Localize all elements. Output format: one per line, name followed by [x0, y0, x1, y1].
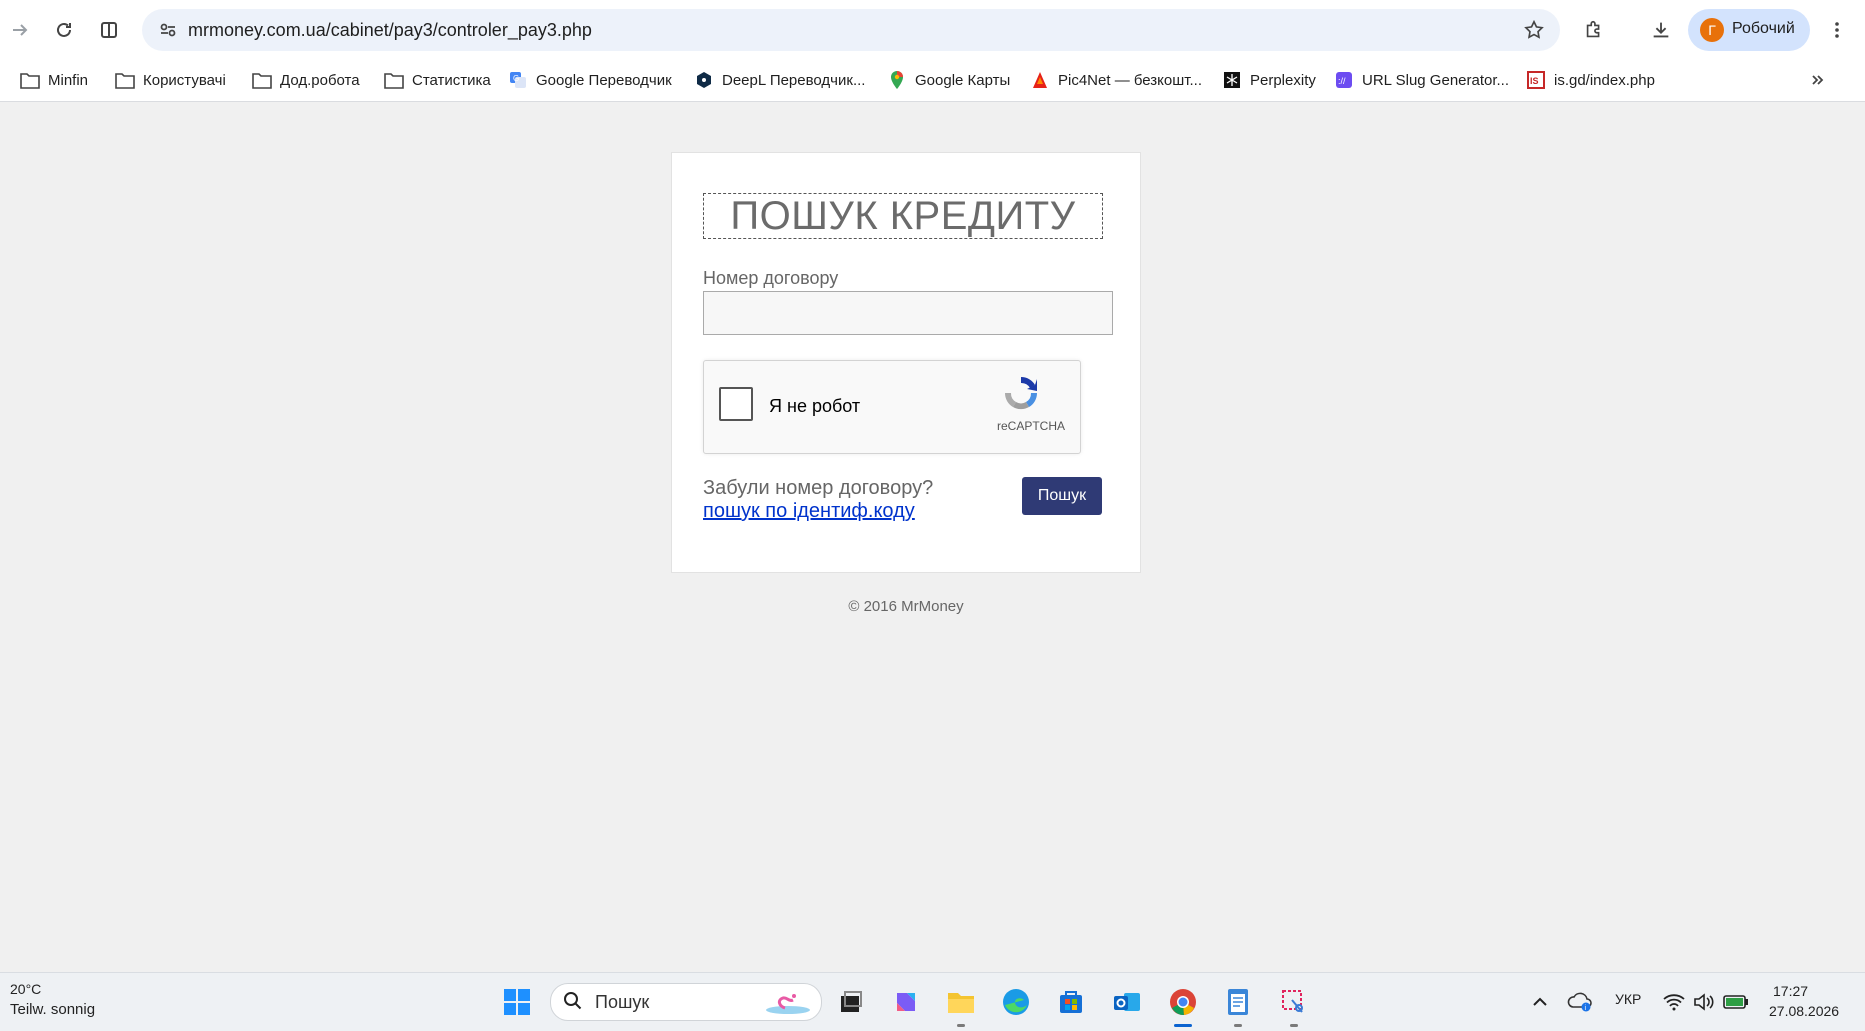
- site-settings-icon[interactable]: [150, 12, 186, 48]
- search-button[interactable]: Пошук: [1022, 477, 1102, 515]
- svg-text:IS: IS: [1530, 76, 1539, 86]
- bookmark-label: DeepL Переводчик...: [722, 71, 866, 89]
- bookmark-label: Pic4Net — безкошт...: [1058, 71, 1202, 89]
- bookmark-label: URL Slug Generator...: [1362, 71, 1510, 89]
- running-indicator: [1234, 1024, 1242, 1027]
- volume-icon[interactable]: [1687, 985, 1721, 1019]
- m365-copilot-icon[interactable]: [889, 985, 923, 1019]
- profile-button[interactable]: Г Робочий: [1688, 9, 1810, 51]
- recaptcha-label: Я не робот: [769, 396, 861, 416]
- bookmark-minfin[interactable]: Minfin: [20, 66, 88, 94]
- perplexity-icon: [1222, 70, 1242, 90]
- bookmark-label: Perplexity: [1250, 71, 1316, 89]
- forward-icon[interactable]: [2, 12, 38, 48]
- bookmarks-bar: Minfin Користувачі Дод.робота Статистика…: [0, 60, 1865, 102]
- folder-icon: [252, 70, 272, 90]
- wifi-icon[interactable]: [1657, 985, 1691, 1019]
- svg-text:://: ://: [1338, 76, 1346, 86]
- downloads-icon[interactable]: [1643, 12, 1679, 48]
- chevron-up-icon[interactable]: [1523, 985, 1557, 1019]
- bookmark-users[interactable]: Користувачі: [115, 66, 226, 94]
- notepad-icon[interactable]: [1221, 985, 1255, 1027]
- taskbar-search-placeholder: Пошук: [595, 992, 650, 1012]
- bookmark-isgd[interactable]: IS is.gd/index.php: [1526, 66, 1655, 94]
- recaptcha-checkbox[interactable]: [719, 387, 753, 421]
- menu-kebab-icon[interactable]: [1819, 12, 1855, 48]
- running-indicator: [1290, 1024, 1298, 1027]
- footer-copyright: © 2016 MrMoney: [848, 598, 964, 615]
- extensions-icon[interactable]: [1576, 12, 1612, 48]
- flamingo-icon: [763, 988, 813, 1021]
- bookmark-label: Користувачі: [143, 71, 226, 89]
- bookmark-pic4net[interactable]: Pic4Net — безкошт...: [1030, 66, 1202, 94]
- taskbar-search-box[interactable]: Пошук: [550, 983, 822, 1021]
- search-credit-card: ПОШУК КРЕДИТУ Номер договору Я не робот …: [671, 152, 1141, 573]
- bookmark-label: Google Карты: [915, 71, 1011, 89]
- reload-icon[interactable]: [46, 12, 82, 48]
- os-taskbar: 20°C Teilw. sonnig Пошук i УКР 17:27 27.…: [0, 972, 1865, 1031]
- profile-label: Робочий: [1732, 20, 1795, 37]
- avatar: Г: [1700, 18, 1724, 42]
- edge-browser-icon[interactable]: [999, 985, 1033, 1019]
- split-view-icon[interactable]: [91, 12, 127, 48]
- contract-number-label: Номер договору: [703, 268, 839, 288]
- weather-description: Teilw. sonnig: [10, 1001, 96, 1018]
- battery-icon[interactable]: [1719, 985, 1753, 1019]
- chrome-icon[interactable]: [1166, 985, 1200, 1027]
- clock-time[interactable]: 17:27: [1773, 983, 1808, 999]
- google-maps-icon: [887, 70, 907, 90]
- running-indicator: [957, 1024, 965, 1027]
- contract-number-input[interactable]: [703, 291, 1113, 335]
- bookmark-url-slug[interactable]: :// URL Slug Generator...: [1334, 66, 1509, 94]
- folder-icon: [20, 70, 40, 90]
- onedrive-icon[interactable]: i: [1563, 985, 1597, 1019]
- search-icon: [563, 991, 583, 1016]
- browser-toolbar: mrmoney.com.ua/cabinet/pay3/controler_pa…: [0, 0, 1865, 60]
- recaptcha-logo-icon: [1001, 373, 1041, 418]
- clock-date[interactable]: 27.08.2026: [1769, 1003, 1839, 1019]
- bookmark-label: Статистика: [412, 71, 491, 89]
- bookmark-label: Дод.робота: [280, 71, 360, 89]
- input-language-indicator[interactable]: УКР: [1615, 991, 1641, 1007]
- bookmark-google-translate[interactable]: G Google Переводчик: [508, 66, 672, 94]
- start-menu-icon[interactable]: [500, 985, 534, 1019]
- recaptcha-widget: Я не робот reCAPTCHA: [703, 360, 1081, 454]
- pic4net-icon: [1030, 70, 1050, 90]
- forgot-contract-text: Забули номер договору?: [703, 477, 934, 499]
- isgd-icon: IS: [1526, 70, 1546, 90]
- folder-icon: [115, 70, 135, 90]
- snipping-tool-icon[interactable]: [1277, 985, 1311, 1027]
- bookmark-google-maps[interactable]: Google Карты: [887, 66, 1010, 94]
- bookmark-perplexity[interactable]: Perplexity: [1222, 66, 1316, 94]
- active-indicator: [1174, 1024, 1192, 1027]
- weather-temperature: 20°C: [10, 981, 42, 997]
- file-explorer-icon[interactable]: [944, 985, 978, 1027]
- bookmark-deepl[interactable]: DeepL Переводчик...: [694, 66, 865, 94]
- bookmark-label: Minfin: [48, 71, 89, 89]
- search-by-id-link[interactable]: пошук по ідентиф.коду: [703, 500, 915, 523]
- deepl-icon: [694, 70, 714, 90]
- url-slug-icon: ://: [1334, 70, 1354, 90]
- folder-icon: [384, 70, 404, 90]
- page-title: ПОШУК КРЕДИТУ: [703, 193, 1103, 239]
- bookmark-label: Google Переводчик: [536, 71, 672, 89]
- task-view-icon[interactable]: [834, 985, 868, 1019]
- recaptcha-brand: reCAPTCHA: [997, 419, 1066, 433]
- bookmark-extra-work[interactable]: Дод.робота: [252, 66, 360, 94]
- google-translate-icon: G: [508, 70, 528, 90]
- outlook-icon[interactable]: [1110, 985, 1144, 1019]
- bookmark-star-icon[interactable]: [1516, 12, 1552, 48]
- bookmarks-overflow-icon[interactable]: [1810, 66, 1826, 94]
- bookmark-label: is.gd/index.php: [1554, 71, 1655, 89]
- url-text[interactable]: mrmoney.com.ua/cabinet/pay3/controler_pa…: [188, 20, 592, 41]
- bookmark-statistics[interactable]: Статистика: [384, 66, 491, 94]
- address-bar[interactable]: mrmoney.com.ua/cabinet/pay3/controler_pa…: [142, 9, 1560, 51]
- microsoft-store-icon[interactable]: [1054, 985, 1088, 1019]
- svg-text:G: G: [513, 74, 519, 83]
